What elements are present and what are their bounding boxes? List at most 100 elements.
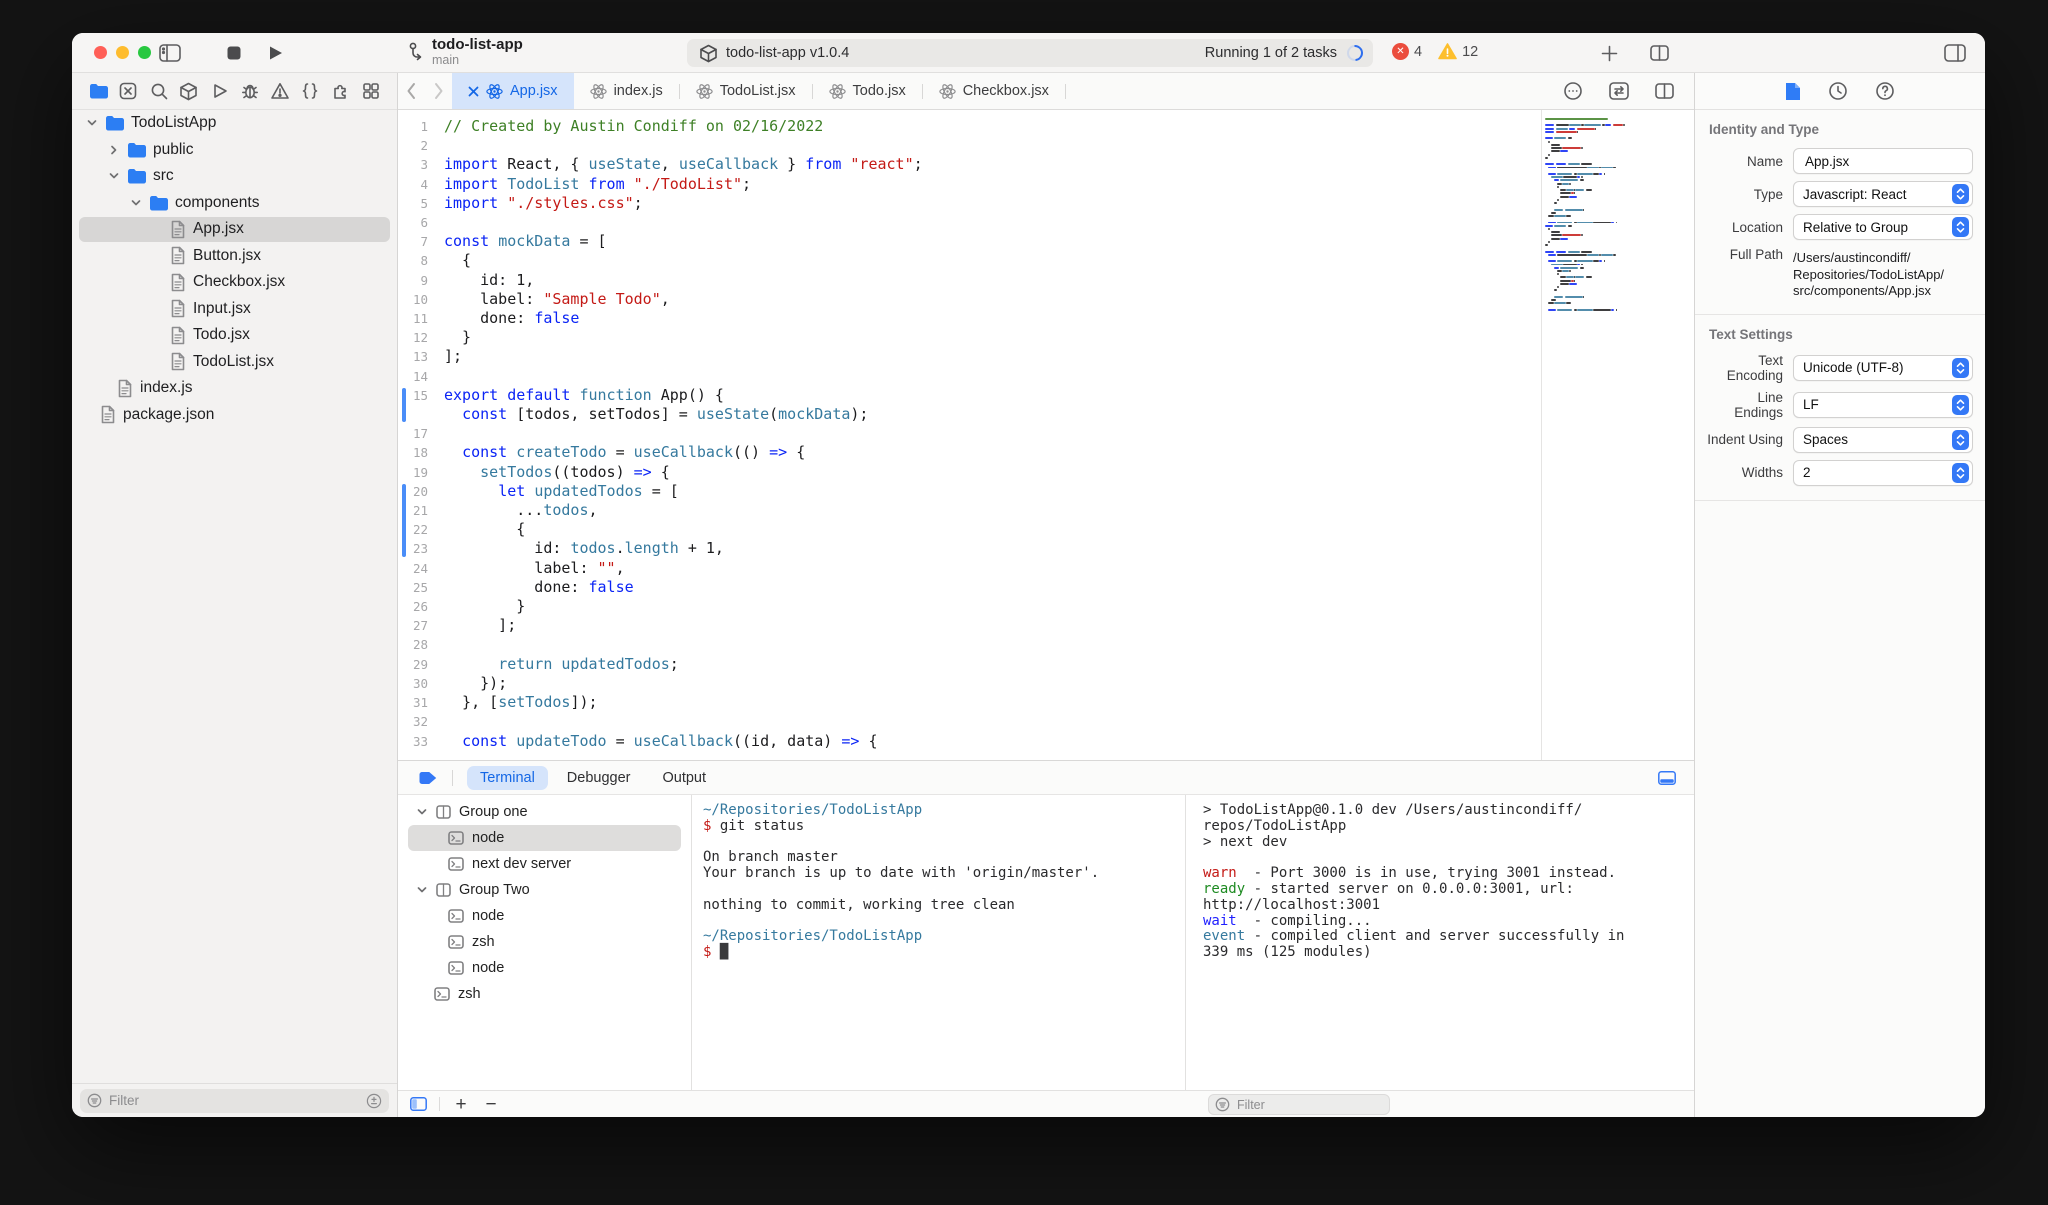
tree-item-public[interactable]: public [72,137,397,164]
terminal-session-node[interactable]: node [398,825,691,851]
location-select[interactable]: Relative to Group [1793,214,1973,240]
help-inspector-icon[interactable] [1875,81,1895,101]
split-editor-button[interactable] [1647,41,1671,65]
tree-item-components[interactable]: components [72,190,397,217]
chevron-down-icon[interactable] [416,884,428,896]
name-field[interactable] [1793,148,1973,174]
panel-sidebar-toggle-icon[interactable] [410,1097,427,1111]
file-icon [170,246,186,265]
left-sidebar-toggle-icon[interactable] [158,41,182,65]
navigator-filter-input[interactable] [107,1092,361,1109]
x-square-icon[interactable] [117,80,139,102]
close-button[interactable] [94,46,107,59]
widths-select[interactable]: 2 [1793,459,1973,486]
more-options-icon[interactable] [1563,81,1583,101]
tab-checkbox-jsx[interactable]: Checkbox.jsx [923,73,1065,109]
terminal-session-zsh[interactable]: zsh [398,981,691,1007]
tree-item-input-jsx[interactable]: Input.jsx [72,296,397,323]
warning-badge[interactable]: 12 [1438,43,1478,60]
cube-icon[interactable] [178,80,200,102]
back-button[interactable] [398,73,425,109]
panel-tab-output[interactable]: Output [649,766,719,790]
swap-file-icon[interactable] [1609,82,1629,100]
run-button[interactable] [264,41,288,65]
add-button[interactable] [1597,41,1621,65]
tree-item-todo-jsx[interactable]: Todo.jsx [72,322,397,349]
chevron-down-icon[interactable] [86,117,98,129]
panel-tab-debugger[interactable]: Debugger [554,766,644,790]
tree-item-app-jsx[interactable]: App.jsx [72,216,397,243]
line-endings-select[interactable]: LF [1793,391,1973,418]
stepper-icon[interactable] [1952,429,1969,450]
bug-icon[interactable] [239,80,261,102]
terminal-session-zsh[interactable]: zsh [398,929,691,955]
code-line: 29 return updatedTodos; [398,655,1539,674]
add-terminal-button[interactable]: + [452,1095,470,1114]
tab-todo-jsx[interactable]: Todo.jsx [813,73,922,109]
close-tab-icon[interactable] [468,86,479,97]
tab-todolist-jsx[interactable]: TodoList.jsx [680,73,812,109]
line-number: 11 [412,311,428,327]
file-tree: TodoListApp public src components App.jsx But… [72,110,397,1083]
grid-icon[interactable] [360,80,382,102]
stepper-icon[interactable] [1952,217,1969,237]
terminal-pane-1[interactable]: ~/Repositories/TodoListApp $ git status O… [692,795,1186,1090]
zoom-button[interactable] [138,46,151,59]
minimap[interactable] [1545,118,1650,312]
tree-item-src[interactable]: src [72,163,397,190]
search-icon[interactable] [148,80,170,102]
tree-item-button-jsx[interactable]: Button.jsx [72,243,397,270]
minimap-divider [1541,110,1542,760]
right-sidebar-toggle-icon[interactable] [1943,41,1967,65]
tag-icon[interactable] [418,770,438,786]
stop-button[interactable] [222,41,246,65]
plus-minus-icon[interactable] [366,1093,382,1109]
terminal-filter[interactable] [1208,1094,1390,1115]
tree-item-todolist-jsx[interactable]: TodoList.jsx [72,349,397,376]
forward-button[interactable] [425,73,452,109]
terminal-session-node[interactable]: node [398,955,691,981]
tree-item-package-json[interactable]: package.json [72,402,397,429]
tab-index-js[interactable]: index.js [574,73,679,109]
terminal-pane-2[interactable]: > TodoListApp@0.1.0 dev /Users/austincon… [1186,795,1694,1090]
file-inspector-icon[interactable] [1785,82,1801,101]
tree-item-checkbox-jsx[interactable]: Checkbox.jsx [72,269,397,296]
stepper-icon[interactable] [1952,184,1969,204]
history-inspector-icon[interactable] [1828,81,1848,101]
chevron-down-icon[interactable] [108,170,120,182]
tree-item-todolistapp[interactable]: TodoListApp [72,110,397,137]
navigator-filter[interactable] [80,1088,389,1113]
tab-app-jsx[interactable]: App.jsx [452,73,574,109]
terminal-session-node[interactable]: node [398,903,691,929]
terminal-filter-input[interactable] [1235,1096,1383,1113]
chevron-down-icon[interactable] [130,197,142,209]
indent-using-select[interactable]: Spaces [1793,426,1973,453]
code-editor[interactable]: 1// Created by Austin Condiff on 02/16/2… [398,110,1694,760]
stepper-icon[interactable] [1952,462,1969,483]
hide-panel-icon[interactable] [1658,770,1676,785]
play-icon[interactable] [208,80,230,102]
stepper-icon[interactable] [1952,357,1969,378]
text-encoding-select[interactable]: Unicode (UTF-8) [1793,354,1973,381]
chevron-right-icon[interactable] [108,144,120,156]
minimize-button[interactable] [116,46,129,59]
error-badge[interactable]: ✕ 4 [1392,43,1422,60]
folder-icon[interactable] [87,80,109,102]
terminal-session-group-one[interactable]: Group one [398,799,691,825]
type-select[interactable]: Javascript: React [1793,181,1973,207]
puzzle-icon[interactable] [330,80,352,102]
chevron-down-icon[interactable] [416,806,428,818]
braces-icon[interactable] [299,80,321,102]
split-view-icon[interactable] [1655,83,1674,99]
name-input[interactable] [1803,152,1969,170]
panel-tab-terminal[interactable]: Terminal [467,765,548,790]
terminal-session-group-two[interactable]: Group Two [398,877,691,903]
line-endings-label: Line Endings [1734,389,1783,420]
tree-item-index-js[interactable]: index.js [72,375,397,402]
remove-terminal-button[interactable]: − [482,1095,500,1114]
react-file-icon [828,83,846,100]
terminal-session-next-dev-server[interactable]: next dev server [398,851,691,877]
warning-icon[interactable] [269,80,291,102]
stepper-icon[interactable] [1952,394,1969,415]
status-pill[interactable]: todo-list-app v1.0.4 Running 1 of 2 task… [687,39,1373,67]
